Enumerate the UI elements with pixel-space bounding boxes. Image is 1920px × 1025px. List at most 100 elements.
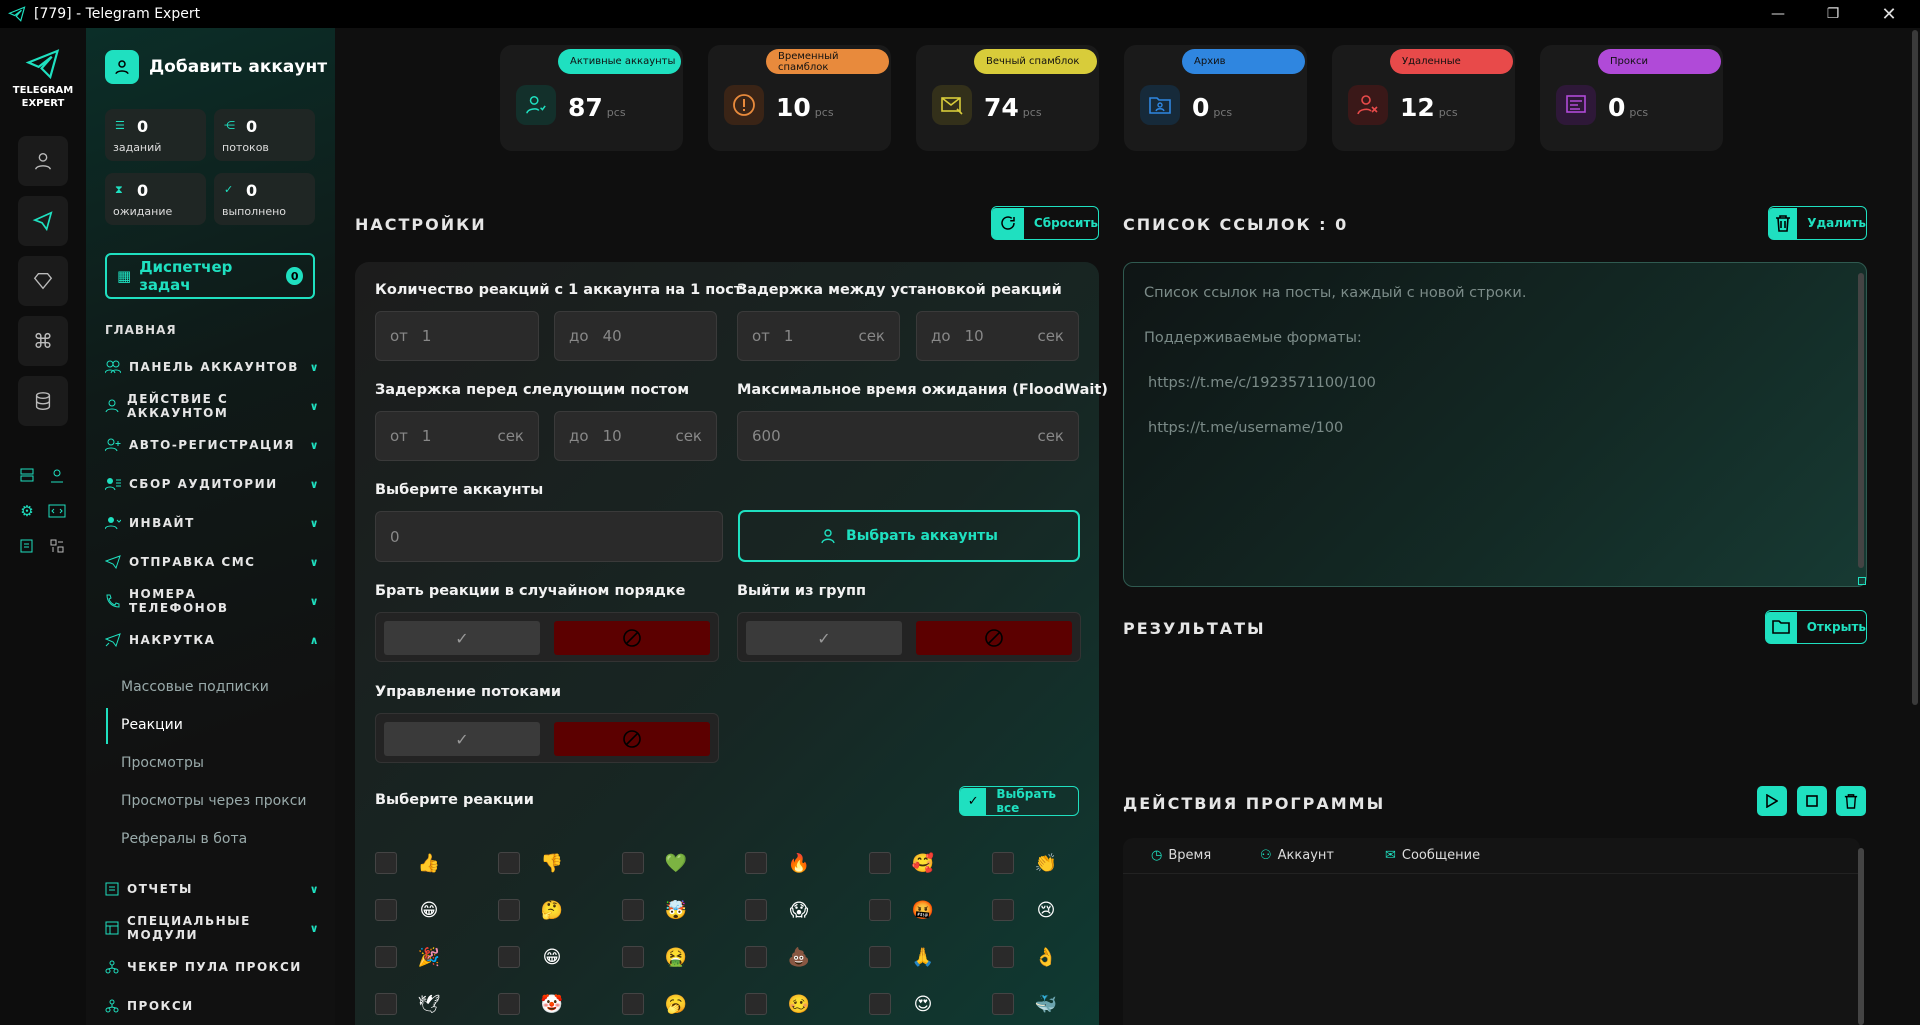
nav-reports[interactable]: ОТЧЕТЫ ∨: [105, 877, 320, 901]
rail-server-icon[interactable]: [16, 464, 38, 486]
reaction-option[interactable]: 🤬: [869, 899, 935, 921]
select-accounts-button[interactable]: Выбрать аккаунты: [738, 510, 1080, 562]
toggle-no[interactable]: [554, 722, 710, 756]
reaction-option[interactable]: 🤡: [498, 993, 564, 1015]
play-button[interactable]: [1757, 786, 1787, 816]
reaction-option[interactable]: 🤮: [622, 946, 688, 968]
reaction-checkbox[interactable]: [375, 993, 397, 1015]
rail-gear-icon[interactable]: ⚙: [16, 500, 38, 522]
card-archive[interactable]: Архив 0 pcs: [1124, 45, 1307, 151]
toggle-yes[interactable]: ✓: [384, 621, 540, 655]
column-account[interactable]: ⚇ Аккаунт: [1260, 848, 1334, 863]
open-results-button[interactable]: Открыть: [1765, 610, 1867, 644]
nav-account-panel[interactable]: ПАНЕЛЬ АККАУНТОВ ∨: [105, 355, 320, 379]
nav-special-modules[interactable]: СПЕЦИАЛЬНЫЕ МОДУЛИ ∨: [105, 914, 320, 942]
rail-location-icon[interactable]: [46, 464, 68, 486]
post-delay-to-input[interactable]: до 10 сек: [554, 411, 717, 461]
accounts-count-input[interactable]: 0: [375, 511, 723, 562]
nav-invite[interactable]: ИНВАЙТ ∨: [105, 511, 320, 535]
reaction-checkbox[interactable]: [498, 993, 520, 1015]
toggle-yes[interactable]: ✓: [746, 621, 902, 655]
reaction-option[interactable]: 👏: [992, 852, 1058, 874]
links-scrollbar[interactable]: [1858, 273, 1864, 568]
column-message[interactable]: ✉ Сообщение: [1385, 848, 1480, 863]
leave-groups-toggle[interactable]: ✓: [737, 612, 1081, 662]
reaction-option[interactable]: 😁: [375, 899, 441, 921]
reaction-checkbox[interactable]: [869, 946, 891, 968]
reaction-option[interactable]: 🥰: [869, 852, 935, 874]
rail-grid-icon[interactable]: [46, 535, 68, 557]
reaction-checkbox[interactable]: [992, 899, 1014, 921]
reaction-delay-from-input[interactable]: от 1 сек: [737, 311, 900, 361]
reaction-option[interactable]: 😁: [498, 946, 564, 968]
reaction-checkbox[interactable]: [992, 946, 1014, 968]
reaction-option[interactable]: 🎉: [375, 946, 441, 968]
subnav-mass-subscriptions[interactable]: Массовые подписки: [121, 679, 269, 695]
reaction-option[interactable]: 😢: [992, 899, 1058, 921]
resize-handle-icon[interactable]: [1858, 577, 1866, 585]
maximize-button[interactable]: ❐: [1810, 0, 1856, 28]
reaction-checkbox[interactable]: [622, 946, 644, 968]
reaction-option[interactable]: 🥱: [622, 993, 688, 1015]
reactions-count-to-input[interactable]: до 40: [554, 311, 717, 361]
subnav-reactions[interactable]: Реакции: [121, 717, 183, 733]
reaction-option[interactable]: 👍: [375, 852, 441, 874]
reaction-checkbox[interactable]: [375, 899, 397, 921]
rail-accounts-button[interactable]: [18, 136, 68, 186]
card-deleted[interactable]: Удаленные 12 pcs: [1332, 45, 1515, 151]
reaction-option[interactable]: 🐳: [992, 993, 1058, 1015]
nav-audience-collect[interactable]: СБОР АУДИТОРИИ ∨: [105, 472, 320, 496]
reaction-checkbox[interactable]: [745, 946, 767, 968]
nav-auto-registration[interactable]: АВТО-РЕГИСТРАЦИЯ ∨: [105, 433, 320, 457]
subnav-bot-referrals[interactable]: Рефералы в бота: [121, 831, 247, 847]
reaction-checkbox[interactable]: [622, 993, 644, 1015]
reaction-checkbox[interactable]: [498, 899, 520, 921]
rail-code-icon[interactable]: [46, 500, 68, 522]
card-proxy[interactable]: Прокси 0 pcs: [1540, 45, 1723, 151]
subnav-views[interactable]: Просмотры: [121, 755, 204, 771]
reaction-option[interactable]: 🔥: [745, 852, 811, 874]
reaction-checkbox[interactable]: [375, 946, 397, 968]
nav-boost[interactable]: НАКРУТКА ∧: [105, 628, 320, 652]
reaction-checkbox[interactable]: [992, 993, 1014, 1015]
random-order-toggle[interactable]: ✓: [375, 612, 719, 662]
reaction-checkbox[interactable]: [745, 852, 767, 874]
reactions-count-from-input[interactable]: от 1: [375, 311, 539, 361]
nav-send-sms[interactable]: ОТПРАВКА СМС ∨: [105, 550, 320, 574]
log-scrollbar[interactable]: [1858, 848, 1864, 1025]
nav-phone-numbers[interactable]: НОМЕРА ТЕЛЕФОНОВ ∨: [105, 587, 320, 615]
reaction-checkbox[interactable]: [745, 899, 767, 921]
reaction-checkbox[interactable]: [622, 899, 644, 921]
reaction-checkbox[interactable]: [869, 852, 891, 874]
post-delay-from-input[interactable]: от 1 сек: [375, 411, 539, 461]
reaction-option[interactable]: 👎: [498, 852, 564, 874]
reaction-option[interactable]: 🤯: [622, 899, 688, 921]
delete-links-button[interactable]: Удалить: [1768, 206, 1867, 240]
toggle-yes[interactable]: ✓: [384, 722, 540, 756]
reaction-option[interactable]: 💩: [745, 946, 811, 968]
page-scrollbar[interactable]: [1912, 30, 1918, 705]
column-time[interactable]: ◷ Время: [1151, 848, 1211, 863]
nav-proxy[interactable]: ПРОКСИ: [105, 994, 320, 1018]
reaction-checkbox[interactable]: [375, 852, 397, 874]
add-account-button[interactable]: Добавить аккаунт: [105, 50, 327, 84]
reaction-checkbox[interactable]: [992, 852, 1014, 874]
card-active-accounts[interactable]: Активные аккаунты 87 pcs: [500, 45, 683, 151]
reaction-option[interactable]: 👌: [992, 946, 1058, 968]
rail-notes-icon[interactable]: [16, 535, 38, 557]
card-temp-spamblock[interactable]: Временный спамблок 10 pcs: [708, 45, 891, 151]
links-textarea[interactable]: Список ссылок на посты, каждый с новой с…: [1123, 262, 1867, 587]
nav-account-action[interactable]: ДЕЙСТВИЕ С АККАУНТОМ ∨: [105, 392, 320, 420]
reaction-checkbox[interactable]: [622, 852, 644, 874]
reaction-delay-to-input[interactable]: до 10 сек: [916, 311, 1079, 361]
reaction-checkbox[interactable]: [498, 852, 520, 874]
rail-database-button[interactable]: [18, 376, 68, 426]
reaction-option[interactable]: 🙏: [869, 946, 935, 968]
reaction-checkbox[interactable]: [745, 993, 767, 1015]
rail-diamond-button[interactable]: [18, 256, 68, 306]
clear-log-button[interactable]: [1836, 786, 1866, 816]
task-dispatcher-button[interactable]: ▦ Диспетчер задач 0: [105, 253, 315, 299]
threads-toggle[interactable]: ✓: [375, 713, 719, 763]
stop-button[interactable]: [1797, 786, 1827, 816]
toggle-no[interactable]: [916, 621, 1072, 655]
